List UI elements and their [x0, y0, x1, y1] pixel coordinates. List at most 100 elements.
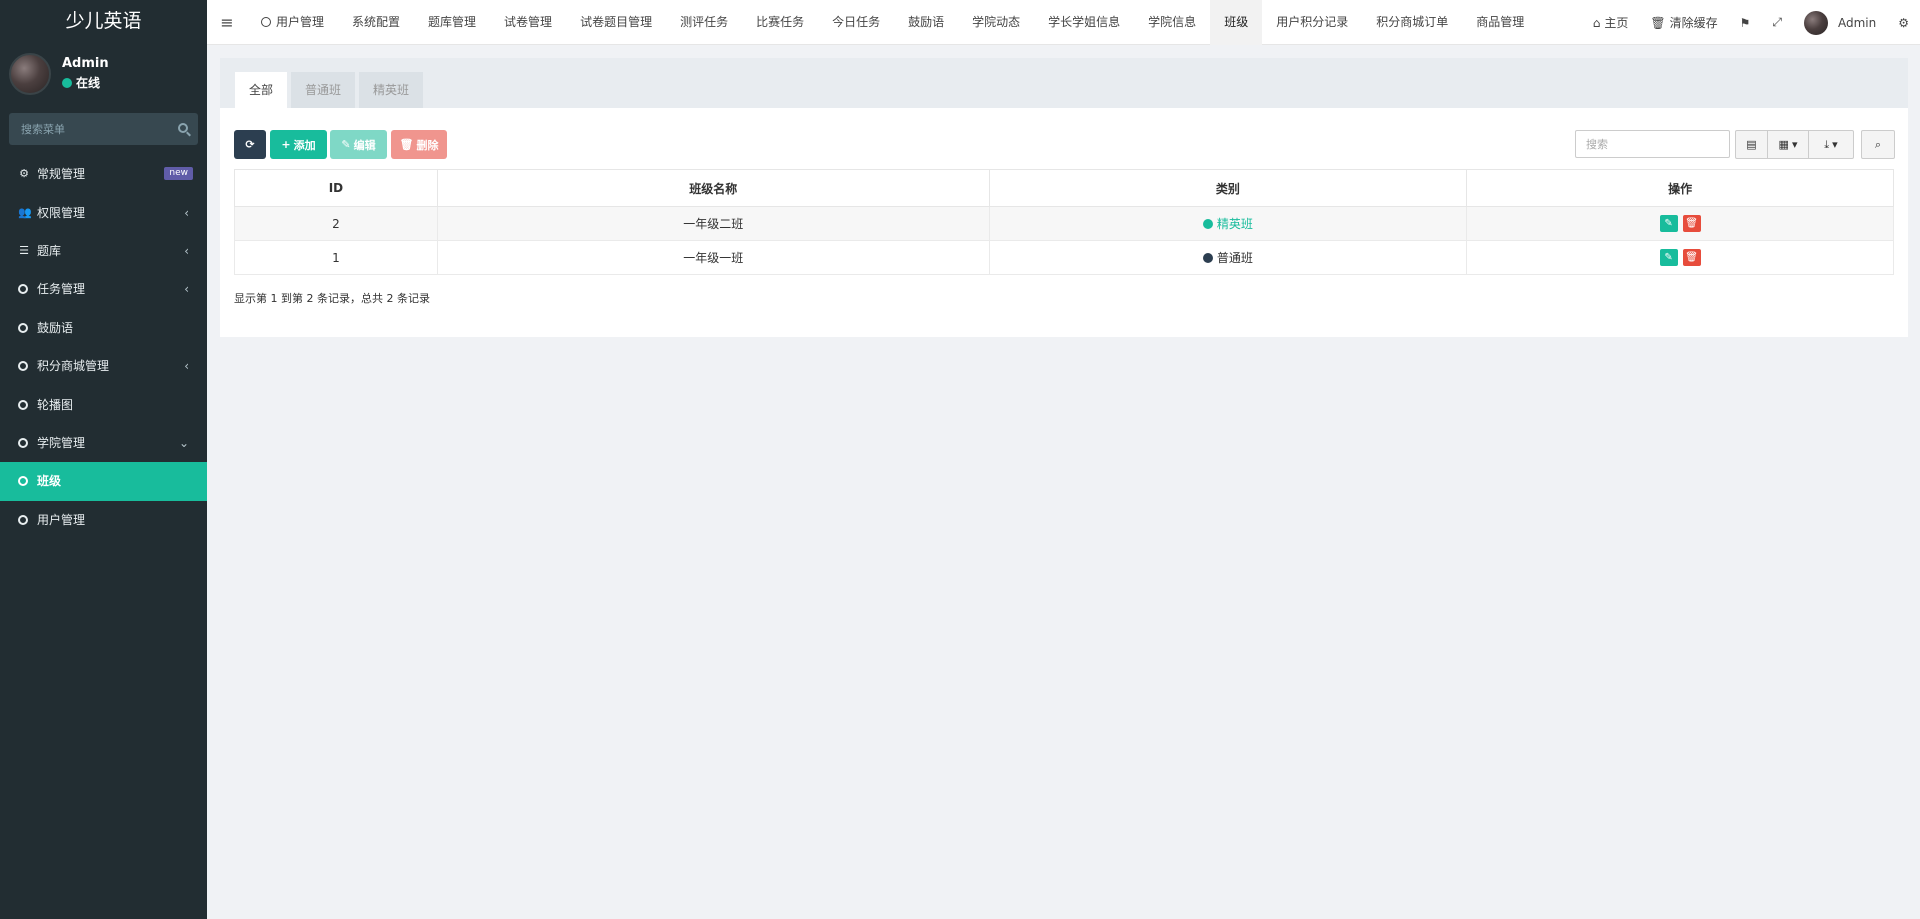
edit-button[interactable]: ✎ 编辑 [330, 130, 387, 159]
tab-academy-news[interactable]: 学院动态 [958, 0, 1034, 45]
sidebar-item-tasks[interactable]: 任务管理 ‹ [0, 270, 207, 308]
circle-icon [18, 361, 28, 372]
gear-icon[interactable]: ⚙ [1887, 16, 1920, 30]
refresh-icon: ⟳ [245, 138, 255, 151]
cell-actions: ✎ 🗑 [1466, 206, 1894, 241]
column-header-name[interactable]: 班级名称 [436, 169, 990, 207]
sidebar-item-class[interactable]: 班级 [0, 462, 207, 501]
tab-system-config[interactable]: 系统配置 [338, 0, 414, 45]
user-menu[interactable]: Admin [1793, 10, 1887, 35]
main-panel: 全部 普通班 精英班 ⟳ +添加 ✎编辑 🗑删除 ▤ ▦▾ ⤓▾ ⌕ ID 班级… [220, 58, 1908, 337]
sidebar-menu: ⚙ 常规管理 new 👥 权限管理 ‹ ☰ 题库 ‹ 任务管理 ‹ 鼓励语 积分… [0, 155, 207, 539]
tab-points-records[interactable]: 用户积分记录 [1262, 0, 1362, 45]
sidebar-search [9, 113, 198, 145]
advanced-search-button[interactable]: ⌕ [1861, 130, 1895, 159]
search-icon[interactable] [178, 123, 188, 133]
toggle-view-button[interactable]: ▤ [1735, 130, 1768, 159]
tab-encouragement[interactable]: 鼓励语 [894, 0, 958, 45]
delete-button[interactable]: 🗑 删除 [391, 130, 447, 159]
cell-category: 精英班 [988, 206, 1468, 241]
tab-normal-class[interactable]: 普通班 [291, 72, 356, 108]
cell-category: 普通班 [988, 240, 1468, 275]
tab-academy-info[interactable]: 学院信息 [1134, 0, 1210, 45]
sidebar-item-users[interactable]: 用户管理 [0, 501, 207, 539]
edit-label: 编辑 [353, 138, 376, 152]
tab-products[interactable]: 商品管理 [1462, 0, 1538, 45]
sidebar-item-label: 学院管理 [37, 435, 86, 450]
tab-seniors-info[interactable]: 学长学姐信息 [1034, 0, 1134, 45]
grid-icon: ▦ [1778, 138, 1789, 151]
pencil-icon: ✎ [341, 138, 351, 151]
top-navbar: ≡ 用户管理 系统配置 题库管理 试卷管理 试卷题目管理 测评任务 比赛任务 今… [207, 0, 1920, 45]
tab-elite-class[interactable]: 精英班 [359, 72, 424, 108]
column-header-actions: 操作 [1466, 169, 1894, 207]
table-row[interactable]: 1 一年级一班 普通班 ✎ 🗑 [234, 240, 1894, 275]
tab-paper-questions[interactable]: 试卷题目管理 [566, 0, 666, 45]
tab-class[interactable]: 班级 [1210, 0, 1263, 45]
sidebar-item-academy[interactable]: 学院管理 ⌄ [0, 424, 207, 462]
caret-down-icon: ▾ [1832, 138, 1838, 151]
list-icon: ☰ [19, 243, 29, 257]
nav-tabs: 用户管理 系统配置 题库管理 试卷管理 试卷题目管理 测评任务 比赛任务 今日任… [247, 0, 1538, 45]
tab-competition[interactable]: 比赛任务 [742, 0, 818, 45]
sidebar-item-label: 积分商城管理 [37, 359, 110, 374]
tab-papers[interactable]: 试卷管理 [490, 0, 566, 45]
menu-toggle-icon[interactable]: ≡ [207, 13, 247, 32]
circle-icon [18, 514, 28, 525]
circle-icon [18, 322, 28, 333]
table-row[interactable]: 2 一年级二班 精英班 ✎ 🗑 [234, 206, 1894, 241]
delete-row-button[interactable]: 🗑 [1682, 215, 1701, 232]
row-actions: ✎ 🗑 [1659, 215, 1701, 232]
sidebar: 少儿英语 Admin 在线 ⚙ 常规管理 new 👥 权限管理 ‹ ☰ 题库 ‹ [0, 0, 207, 919]
sidebar-item-encouragement[interactable]: 鼓励语 [0, 309, 207, 347]
download-icon: ⤓ [1824, 137, 1830, 151]
brand-logo[interactable]: 少儿英语 [0, 0, 207, 45]
list-icon: ▤ [1746, 138, 1757, 151]
circle-icon [18, 437, 28, 448]
refresh-button[interactable]: ⟳ [234, 130, 266, 159]
add-label: 添加 [293, 138, 316, 152]
tab-assessment[interactable]: 测评任务 [666, 0, 742, 45]
cell-name: 一年级二班 [436, 206, 990, 241]
toolbar: ⟳ +添加 ✎编辑 🗑删除 ▤ ▦▾ ⤓▾ ⌕ [220, 108, 1908, 168]
column-header-category[interactable]: 类别 [988, 169, 1468, 207]
table-search-input[interactable] [1575, 130, 1730, 158]
tab-today-tasks[interactable]: 今日任务 [818, 0, 894, 45]
fullscreen-icon[interactable]: ⤢ [1761, 15, 1793, 30]
chevron-left-icon: ‹ [184, 205, 189, 220]
row-actions: ✎ 🗑 [1659, 249, 1701, 266]
avatar [9, 53, 51, 95]
export-button[interactable]: ⤓ ▾ [1808, 130, 1854, 159]
tab-mall-orders[interactable]: 积分商城订单 [1362, 0, 1462, 45]
status-dot-icon [1202, 218, 1213, 229]
add-button[interactable]: + 添加 [270, 130, 327, 159]
sidebar-item-label: 权限管理 [37, 205, 86, 220]
sidebar-item-general[interactable]: ⚙ 常规管理 new [0, 155, 207, 193]
edit-row-button[interactable]: ✎ [1659, 249, 1678, 266]
clear-cache-label: 清除缓存 [1669, 16, 1718, 30]
cogs-icon: ⚙ [19, 167, 29, 181]
delete-label: 删除 [416, 138, 439, 152]
category-label: 普通班 [1202, 249, 1253, 266]
column-header-id[interactable]: ID [234, 169, 438, 207]
tab-users[interactable]: 用户管理 [247, 0, 338, 45]
pagination-info: 显示第 1 到第 2 条记录，总共 2 条记录 [234, 292, 430, 305]
delete-row-button[interactable]: 🗑 [1682, 249, 1701, 266]
chevron-down-icon: ⌄ [178, 435, 189, 450]
clear-cache-button[interactable]: 🗑 清除缓存 [1639, 14, 1728, 31]
home-label: 主页 [1604, 16, 1629, 30]
tab-question-bank[interactable]: 题库管理 [414, 0, 490, 45]
home-link[interactable]: ⌂ 主页 [1582, 14, 1640, 31]
sidebar-item-auth[interactable]: 👥 权限管理 ‹ [0, 193, 207, 231]
columns-button[interactable]: ▦ ▾ [1767, 130, 1809, 159]
sidebar-item-carousel[interactable]: 轮播图 [0, 385, 207, 423]
edit-row-button[interactable]: ✎ [1659, 215, 1678, 232]
search-icon: ⌕ [1874, 137, 1882, 151]
tab-all[interactable]: 全部 [235, 72, 288, 108]
sidebar-item-question-bank[interactable]: ☰ 题库 ‹ [0, 232, 207, 270]
language-icon[interactable]: ⚑ [1729, 16, 1762, 30]
sidebar-item-points-mall[interactable]: 积分商城管理 ‹ [0, 347, 207, 385]
online-dot-icon [62, 77, 72, 88]
sidebar-search-input[interactable] [9, 113, 198, 145]
category-text: 精英班 [1216, 217, 1253, 231]
